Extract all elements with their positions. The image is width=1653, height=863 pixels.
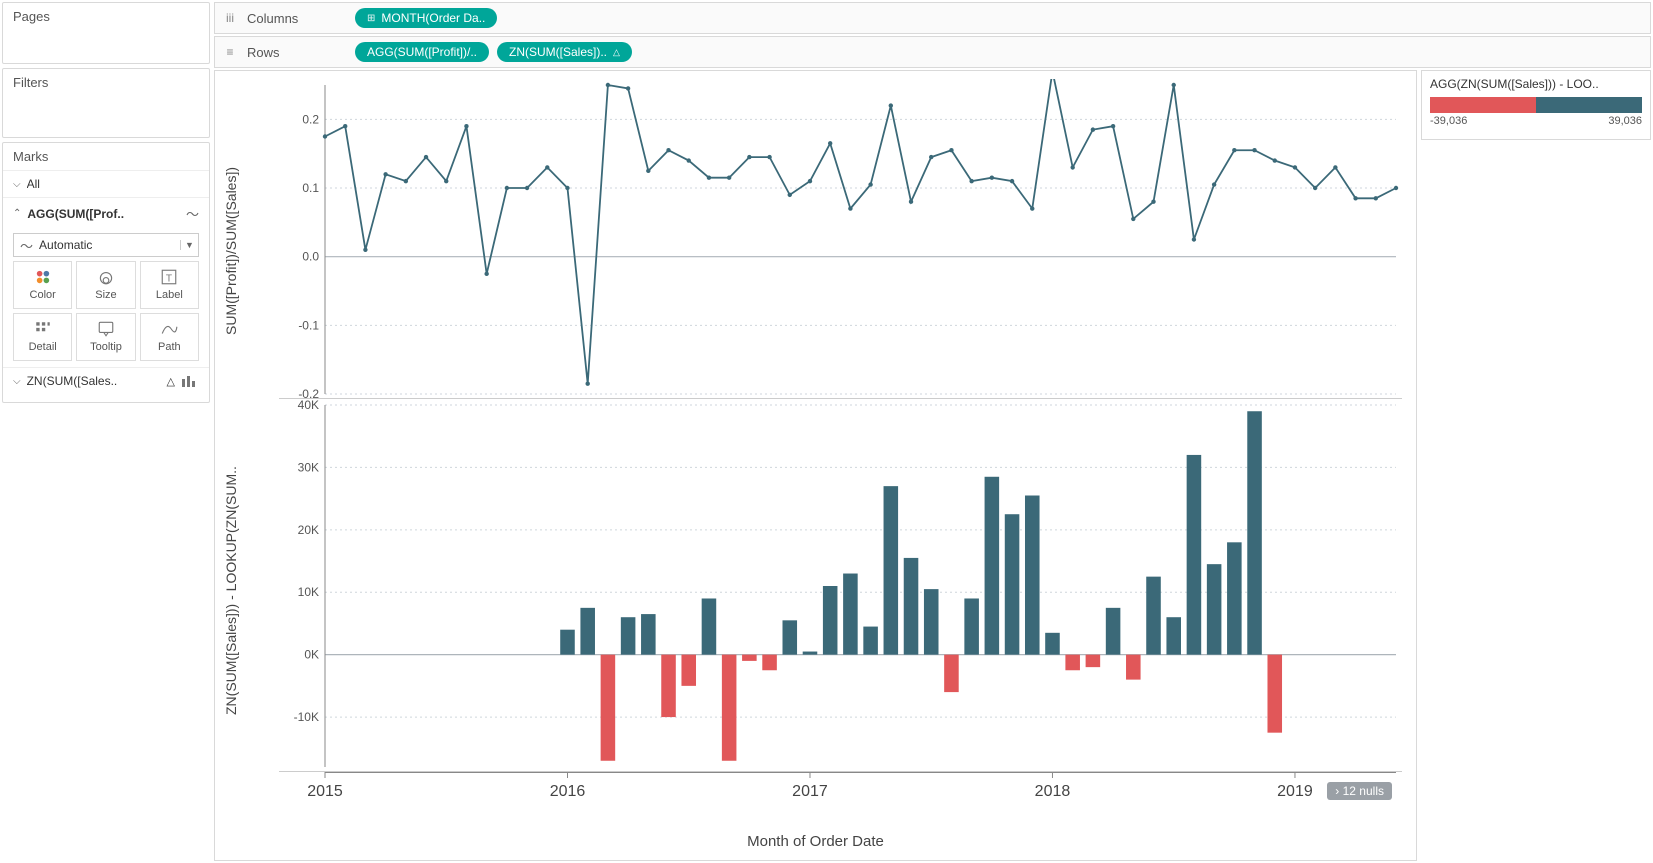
x-axis-title[interactable]: Month of Order Date <box>215 833 1416 850</box>
marks-zn-sales-row[interactable]: ⌵ ZN(SUM([Sales.. △ <box>3 367 209 394</box>
rows-icon: ≡ <box>221 45 239 59</box>
svg-text:2018: 2018 <box>1035 783 1071 800</box>
viz-wrap: SUM([Profit])/SUM([Sales]) ZN(SUM([Sales… <box>214 70 1651 861</box>
marks-agg-profit-row[interactable]: ⌃ AGG(SUM([Prof.. 〜 <box>3 197 209 229</box>
bar-chart-pane[interactable]: -10K 0K 10K 20K 30K 40K <box>279 399 1402 772</box>
pill-label: AGG(SUM([Profit])/.. <box>367 45 477 59</box>
svg-text:2019: 2019 <box>1277 783 1313 800</box>
y-axis-title-line[interactable]: SUM([Profit])/SUM([Sales]) <box>223 101 239 401</box>
svg-text:30K: 30K <box>298 460 319 474</box>
svg-text:40K: 40K <box>298 399 319 412</box>
svg-text:-10K: -10K <box>294 710 319 724</box>
svg-text:0K: 0K <box>304 648 319 662</box>
pill-label: ZN(SUM([Sales]).. <box>509 45 607 59</box>
viz-card: SUM([Profit])/SUM([Sales]) ZN(SUM([Sales… <box>214 70 1417 861</box>
pill-label: MONTH(Order Da.. <box>381 11 485 25</box>
legend-min: -39,036 <box>1430 115 1467 127</box>
marks-zn-sales-label: ZN(SUM([Sales.. <box>27 374 161 388</box>
label-icon: T <box>160 269 178 285</box>
svg-text:10K: 10K <box>298 585 319 599</box>
rows-label: Rows <box>247 45 347 60</box>
marks-detail-label: Detail <box>29 341 57 353</box>
marks-card: Marks ⌵ All ⌃ AGG(SUM([Prof.. 〜 〜 Automa… <box>2 142 210 403</box>
tooltip-icon <box>97 321 115 337</box>
marks-all-label: All <box>27 177 199 191</box>
charts-container: -0.2 -0.1 0.0 0.1 0.2 -10K 0K 10K 20K 30K 40K 201… <box>279 79 1402 806</box>
marks-label-button[interactable]: T Label <box>140 261 199 309</box>
svg-text:-0.1: -0.1 <box>298 318 319 332</box>
marks-detail-button[interactable]: Detail <box>13 313 72 361</box>
left-sidebar: Pages Filters Marks ⌵ All ⌃ AGG(SUM([Pro… <box>0 0 212 863</box>
filters-title: Filters <box>3 69 209 96</box>
rows-shelf[interactable]: ≡ Rows AGG(SUM([Profit])/.. ZN(SUM([Sale… <box>214 36 1651 68</box>
line-chart-pane[interactable]: -0.2 -0.1 0.0 0.1 0.2 <box>279 79 1402 399</box>
line-icon: 〜 <box>20 236 33 255</box>
bar-icon <box>181 375 199 387</box>
marks-path-button[interactable]: Path <box>140 313 199 361</box>
marks-color-label: Color <box>30 289 56 301</box>
legend-column: AGG(ZN(SUM([Sales])) - LOO.. -39,036 39,… <box>1421 70 1651 861</box>
svg-text:2016: 2016 <box>550 783 586 800</box>
pages-title: Pages <box>3 3 209 30</box>
marks-all-row[interactable]: ⌵ All <box>3 170 209 197</box>
chevron-down-icon: ⌵ <box>13 376 21 387</box>
rows-pill-agg-profit[interactable]: AGG(SUM([Profit])/.. <box>355 42 489 62</box>
marks-buttons: Color Size T Label Detail <box>3 261 209 361</box>
chevron-up-icon: ⌃ <box>13 208 21 219</box>
svg-text:0.1: 0.1 <box>302 181 319 195</box>
filters-shelf[interactable]: Filters <box>2 68 210 138</box>
line-icon: 〜 <box>186 204 199 223</box>
marks-tooltip-button[interactable]: Tooltip <box>76 313 135 361</box>
plus-icon: ⊞ <box>367 13 375 24</box>
columns-shelf[interactable]: iii Columns ⊞ MONTH(Order Da.. <box>214 2 1651 34</box>
y-axis-title-bar[interactable]: ZN(SUM([Sales])) - LOOKUP(ZN(SUM.. <box>223 441 239 741</box>
legend-title: AGG(ZN(SUM([Sales])) - LOO.. <box>1430 77 1642 91</box>
main-area: iii Columns ⊞ MONTH(Order Da.. ≡ Rows AG… <box>212 0 1653 863</box>
marks-title: Marks <box>3 143 209 170</box>
svg-text:T: T <box>166 274 172 285</box>
columns-icon: iii <box>221 11 239 25</box>
marks-label-label: Label <box>156 289 183 301</box>
columns-pill-month-order-date[interactable]: ⊞ MONTH(Order Da.. <box>355 8 497 28</box>
legend-labels: -39,036 39,036 <box>1430 115 1642 127</box>
svg-text:2017: 2017 <box>792 783 828 800</box>
svg-text:2015: 2015 <box>307 783 343 800</box>
marks-size-button[interactable]: Size <box>76 261 135 309</box>
color-legend[interactable]: AGG(ZN(SUM([Sales])) - LOO.. -39,036 39,… <box>1421 70 1651 140</box>
delta-icon: △ <box>613 47 620 58</box>
svg-text:0.0: 0.0 <box>302 250 319 264</box>
delta-icon: △ <box>167 375 175 388</box>
marks-size-label: Size <box>95 289 116 301</box>
chevron-down-icon: ⌵ <box>13 179 21 190</box>
detail-icon <box>34 321 52 337</box>
size-icon <box>97 269 115 285</box>
mark-type-label: Automatic <box>39 238 92 252</box>
color-icon <box>34 269 52 285</box>
marks-agg-profit-label: AGG(SUM([Prof.. <box>27 207 180 221</box>
columns-label: Columns <box>247 11 347 26</box>
marks-path-label: Path <box>158 341 181 353</box>
svg-text:0.2: 0.2 <box>302 112 319 126</box>
rows-pill-zn-sales[interactable]: ZN(SUM([Sales]).. △ <box>497 42 632 62</box>
pages-shelf[interactable]: Pages <box>2 2 210 64</box>
legend-max: 39,036 <box>1608 115 1642 127</box>
caret-down-icon: ▼ <box>180 240 198 250</box>
svg-text:20K: 20K <box>298 523 319 537</box>
path-icon <box>160 321 178 337</box>
mark-type-select[interactable]: 〜 Automatic ▼ <box>13 233 199 257</box>
marks-tooltip-label: Tooltip <box>90 341 122 353</box>
legend-gradient <box>1430 97 1642 113</box>
svg-text:-0.2: -0.2 <box>298 387 319 398</box>
marks-color-button[interactable]: Color <box>13 261 72 309</box>
